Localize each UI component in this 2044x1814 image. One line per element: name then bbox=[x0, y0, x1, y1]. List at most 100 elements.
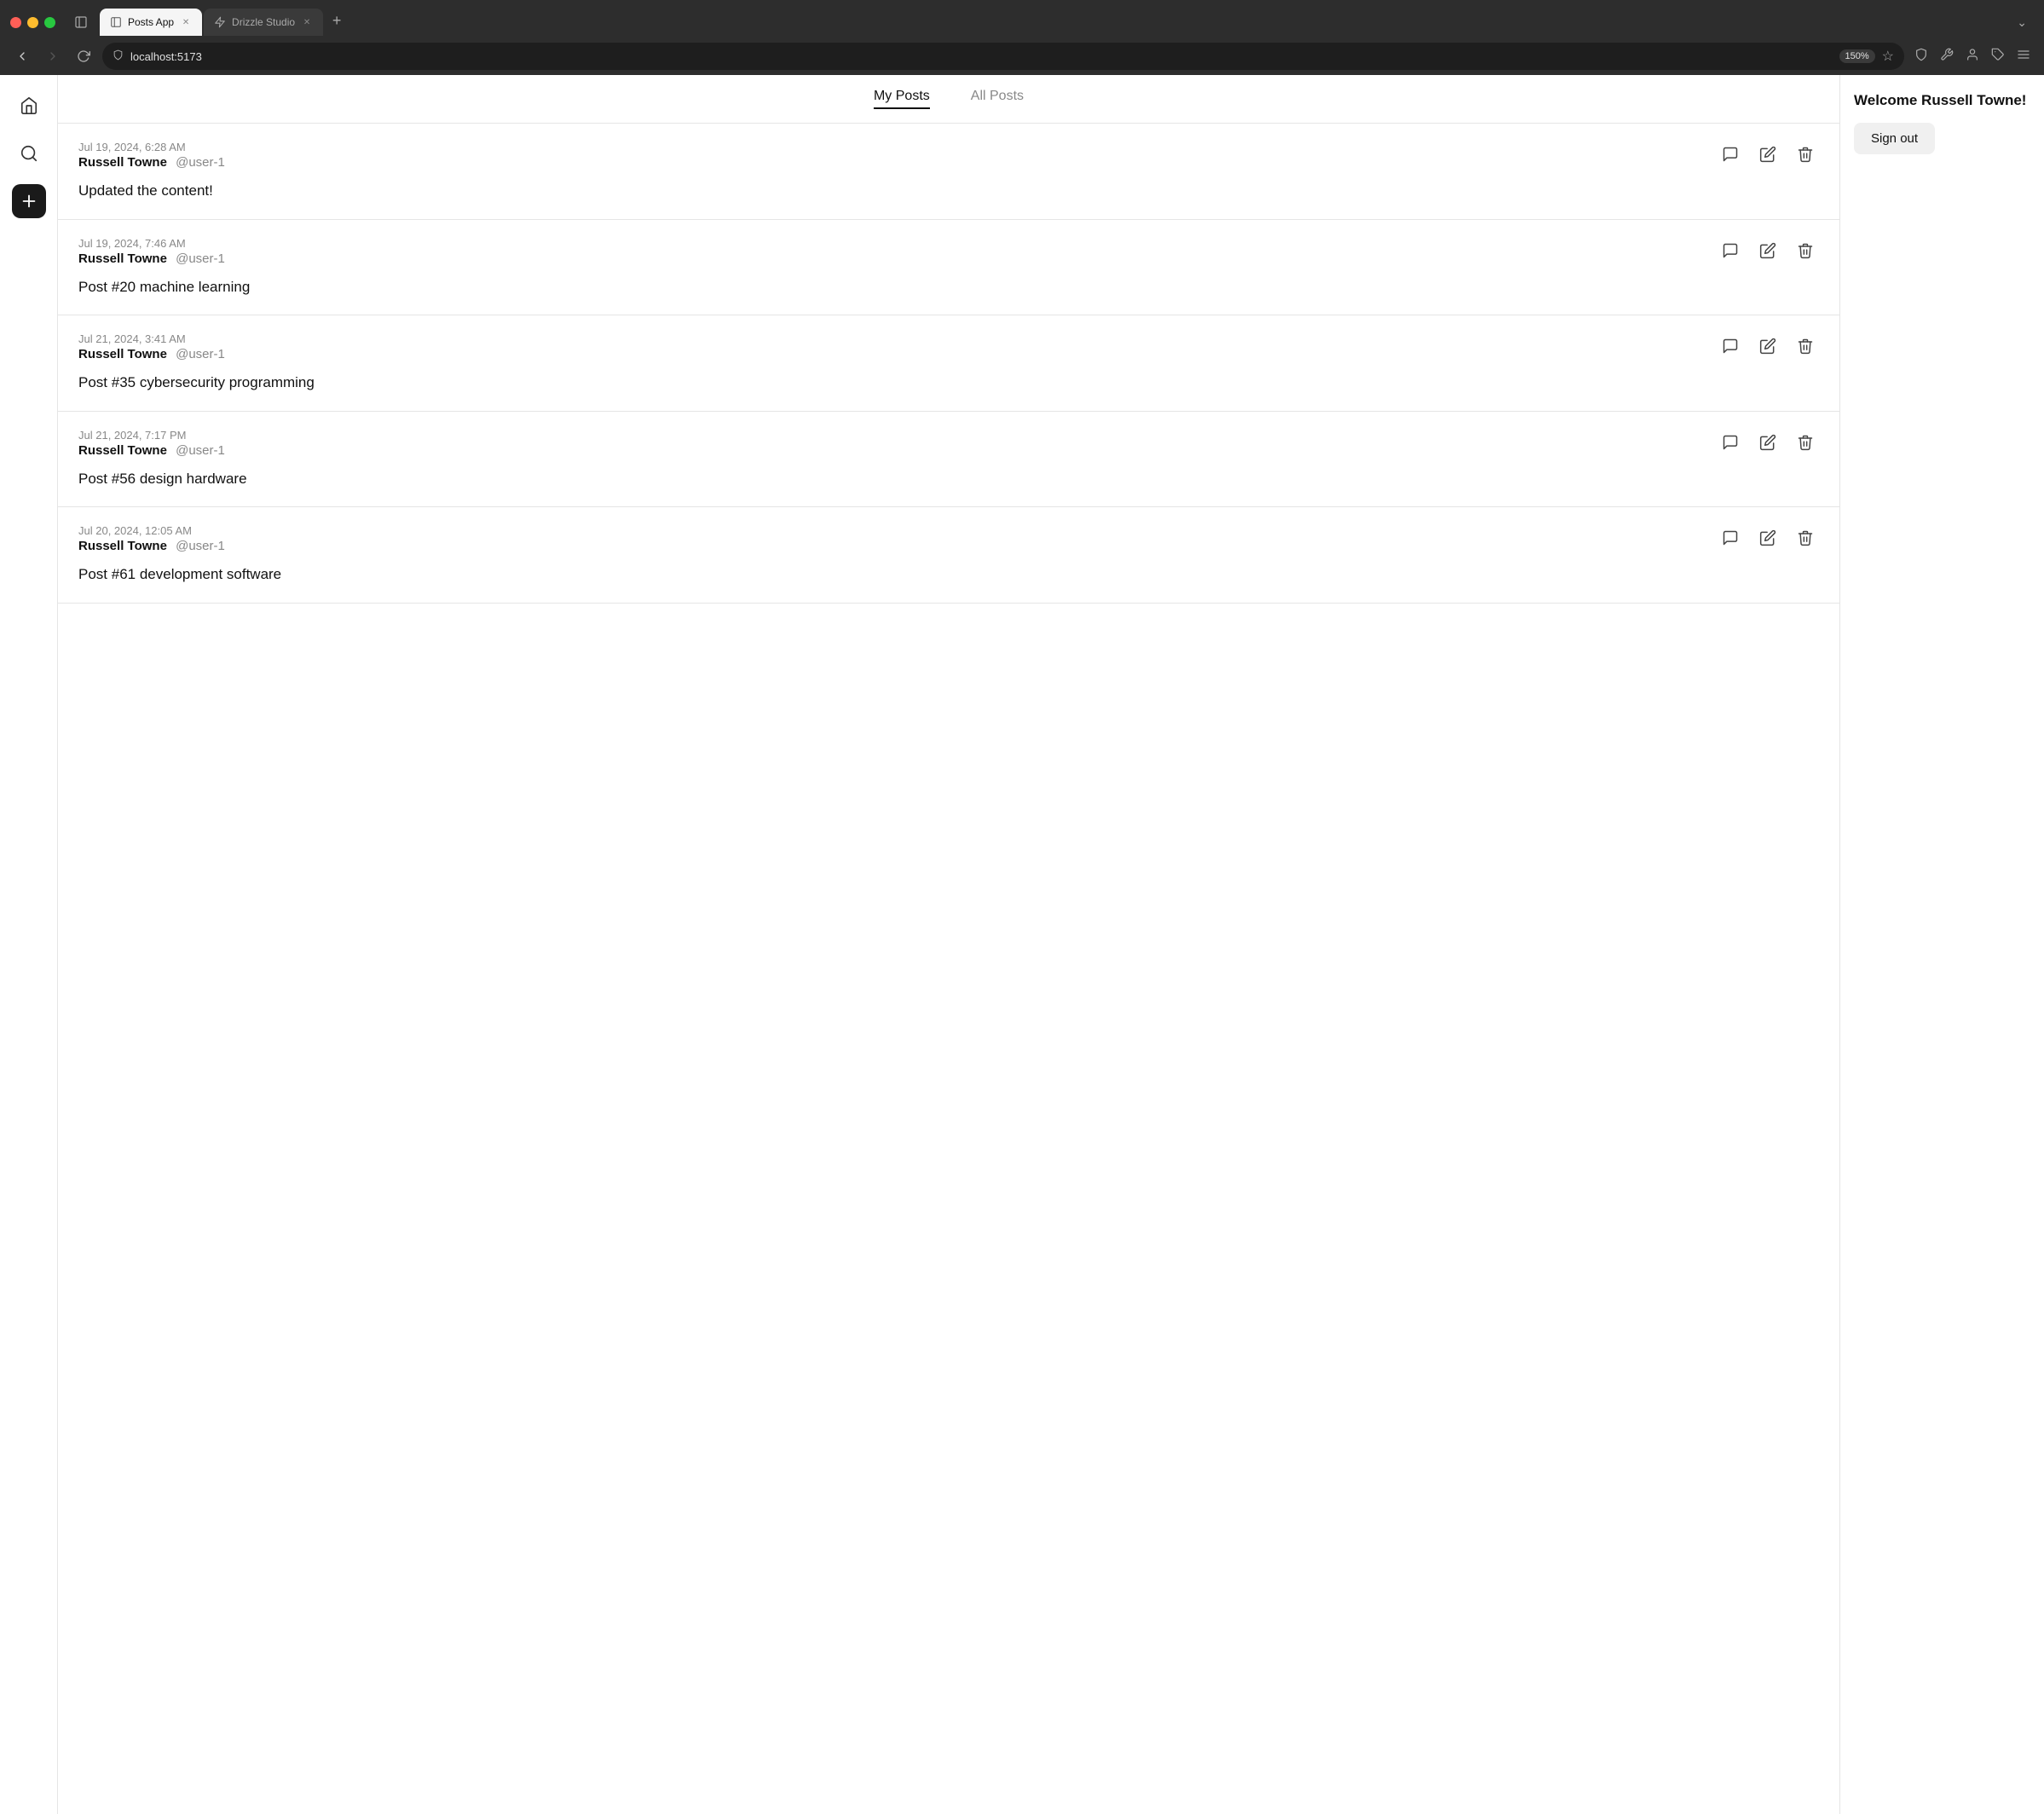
tab-posts-app-label: Posts App bbox=[128, 16, 174, 28]
minimize-window-btn[interactable] bbox=[27, 17, 38, 28]
puzzle-icon[interactable] bbox=[1988, 46, 2008, 67]
post-item-2: Jul 19, 2024, 7:46 AM Russell Towne @use… bbox=[58, 220, 1839, 316]
address-bar: localhost:5173 150% ☆ bbox=[0, 38, 2044, 75]
welcome-message: Welcome Russell Towne! bbox=[1854, 92, 2030, 109]
window-controls bbox=[10, 17, 55, 28]
new-post-button[interactable] bbox=[12, 184, 46, 218]
post-timestamp: Jul 20, 2024, 12:05 AM bbox=[78, 524, 225, 537]
post-author: Russell Towne @user-1 bbox=[78, 443, 225, 458]
post-meta: Jul 19, 2024, 6:28 AM Russell Towne @use… bbox=[78, 141, 225, 170]
url-text: localhost:5173 bbox=[130, 50, 1833, 63]
url-bar[interactable]: localhost:5173 150% ☆ bbox=[102, 43, 1904, 70]
edit-button[interactable] bbox=[1754, 429, 1781, 456]
post-actions bbox=[1717, 429, 1819, 456]
forward-button[interactable] bbox=[41, 44, 65, 68]
post-content: Post #35 cybersecurity programming bbox=[78, 372, 1819, 394]
delete-button[interactable] bbox=[1792, 141, 1819, 168]
comment-button[interactable] bbox=[1717, 237, 1744, 264]
edit-button[interactable] bbox=[1754, 524, 1781, 552]
post-item-3: Jul 21, 2024, 3:41 AM Russell Towne @use… bbox=[58, 315, 1839, 412]
sidebar bbox=[0, 75, 58, 1814]
post-header: Jul 21, 2024, 7:17 PM Russell Towne @use… bbox=[78, 429, 1819, 458]
tabs-container: Posts App ✕ Drizzle Studio ✕ + bbox=[100, 9, 2006, 36]
post-author-name: Russell Towne bbox=[78, 443, 167, 458]
post-author: Russell Towne @user-1 bbox=[78, 539, 225, 553]
tab-bar: Posts App ✕ Drizzle Studio ✕ + ⌄ bbox=[0, 0, 2044, 38]
tab-my-posts[interactable]: My Posts bbox=[874, 89, 930, 109]
post-author-handle: @user-1 bbox=[176, 251, 225, 266]
comment-button[interactable] bbox=[1717, 141, 1744, 168]
back-button[interactable] bbox=[10, 44, 34, 68]
post-author-handle: @user-1 bbox=[176, 443, 225, 458]
maximize-window-btn[interactable] bbox=[44, 17, 55, 28]
tab-posts-app-close[interactable]: ✕ bbox=[180, 16, 192, 28]
post-timestamp: Jul 21, 2024, 3:41 AM bbox=[78, 332, 225, 345]
comment-button[interactable] bbox=[1717, 332, 1744, 360]
comment-button[interactable] bbox=[1717, 429, 1744, 456]
tab-drizzle-studio[interactable]: Drizzle Studio ✕ bbox=[204, 9, 323, 36]
post-header: Jul 19, 2024, 7:46 AM Russell Towne @use… bbox=[78, 237, 1819, 266]
extensions-icon[interactable] bbox=[1937, 46, 1957, 67]
post-author-name: Russell Towne bbox=[78, 539, 167, 553]
post-actions bbox=[1717, 237, 1819, 264]
edit-button[interactable] bbox=[1754, 332, 1781, 360]
delete-button[interactable] bbox=[1792, 237, 1819, 264]
post-author-handle: @user-1 bbox=[176, 539, 225, 553]
close-window-btn[interactable] bbox=[10, 17, 21, 28]
home-button[interactable] bbox=[12, 89, 46, 123]
post-item-5: Jul 20, 2024, 12:05 AM Russell Towne @us… bbox=[58, 507, 1839, 604]
zoom-badge: 150% bbox=[1839, 49, 1875, 63]
post-author-name: Russell Towne bbox=[78, 347, 167, 361]
edit-button[interactable] bbox=[1754, 237, 1781, 264]
reload-button[interactable] bbox=[72, 44, 95, 68]
bookmark-icon[interactable]: ☆ bbox=[1882, 48, 1894, 65]
post-author-handle: @user-1 bbox=[176, 347, 225, 361]
tab-list-button[interactable]: ⌄ bbox=[2010, 12, 2034, 33]
post-author: Russell Towne @user-1 bbox=[78, 347, 225, 361]
post-timestamp: Jul 21, 2024, 7:17 PM bbox=[78, 429, 225, 442]
browser-chrome: Posts App ✕ Drizzle Studio ✕ + ⌄ l bbox=[0, 0, 2044, 75]
account-icon[interactable] bbox=[1962, 46, 1983, 67]
delete-button[interactable] bbox=[1792, 524, 1819, 552]
delete-button[interactable] bbox=[1792, 429, 1819, 456]
post-meta: Jul 19, 2024, 7:46 AM Russell Towne @use… bbox=[78, 237, 225, 266]
browser-tools bbox=[1911, 46, 2034, 67]
sidebar-toggle-btn[interactable] bbox=[69, 10, 93, 34]
post-meta: Jul 20, 2024, 12:05 AM Russell Towne @us… bbox=[78, 524, 225, 553]
post-author-name: Russell Towne bbox=[78, 251, 167, 266]
new-tab-button[interactable]: + bbox=[325, 9, 349, 32]
menu-icon[interactable] bbox=[2013, 46, 2034, 67]
search-button[interactable] bbox=[12, 136, 46, 170]
comment-button[interactable] bbox=[1717, 524, 1744, 552]
right-panel: Welcome Russell Towne! Sign out bbox=[1839, 75, 2044, 1814]
post-list: Jul 19, 2024, 6:28 AM Russell Towne @use… bbox=[58, 124, 1839, 1814]
post-meta: Jul 21, 2024, 3:41 AM Russell Towne @use… bbox=[78, 332, 225, 361]
edit-button[interactable] bbox=[1754, 141, 1781, 168]
post-author: Russell Towne @user-1 bbox=[78, 155, 225, 170]
post-header: Jul 20, 2024, 12:05 AM Russell Towne @us… bbox=[78, 524, 1819, 553]
post-actions bbox=[1717, 141, 1819, 168]
post-actions bbox=[1717, 332, 1819, 360]
secure-icon bbox=[113, 49, 124, 63]
post-content: Updated the content! bbox=[78, 180, 1819, 202]
post-author-name: Russell Towne bbox=[78, 155, 167, 170]
post-author: Russell Towne @user-1 bbox=[78, 251, 225, 266]
tab-drizzle-studio-label: Drizzle Studio bbox=[232, 16, 295, 28]
post-content: Post #20 machine learning bbox=[78, 276, 1819, 298]
shield-icon bbox=[1911, 46, 1931, 67]
post-timestamp: Jul 19, 2024, 6:28 AM bbox=[78, 141, 225, 153]
delete-button[interactable] bbox=[1792, 332, 1819, 360]
post-item-1: Jul 19, 2024, 6:28 AM Russell Towne @use… bbox=[58, 124, 1839, 220]
tab-drizzle-studio-close[interactable]: ✕ bbox=[301, 16, 313, 28]
post-actions bbox=[1717, 524, 1819, 552]
tabs-header: My Posts All Posts bbox=[58, 75, 1839, 124]
sign-out-button[interactable]: Sign out bbox=[1854, 123, 1935, 154]
tab-posts-app[interactable]: Posts App ✕ bbox=[100, 9, 202, 36]
post-item-4: Jul 21, 2024, 7:17 PM Russell Towne @use… bbox=[58, 412, 1839, 508]
tab-all-posts[interactable]: All Posts bbox=[971, 89, 1024, 109]
post-header: Jul 19, 2024, 6:28 AM Russell Towne @use… bbox=[78, 141, 1819, 170]
post-header: Jul 21, 2024, 3:41 AM Russell Towne @use… bbox=[78, 332, 1819, 361]
app-window: My Posts All Posts Jul 19, 2024, 6:28 AM… bbox=[0, 75, 2044, 1814]
main-content: My Posts All Posts Jul 19, 2024, 6:28 AM… bbox=[58, 75, 1839, 1814]
post-timestamp: Jul 19, 2024, 7:46 AM bbox=[78, 237, 225, 250]
